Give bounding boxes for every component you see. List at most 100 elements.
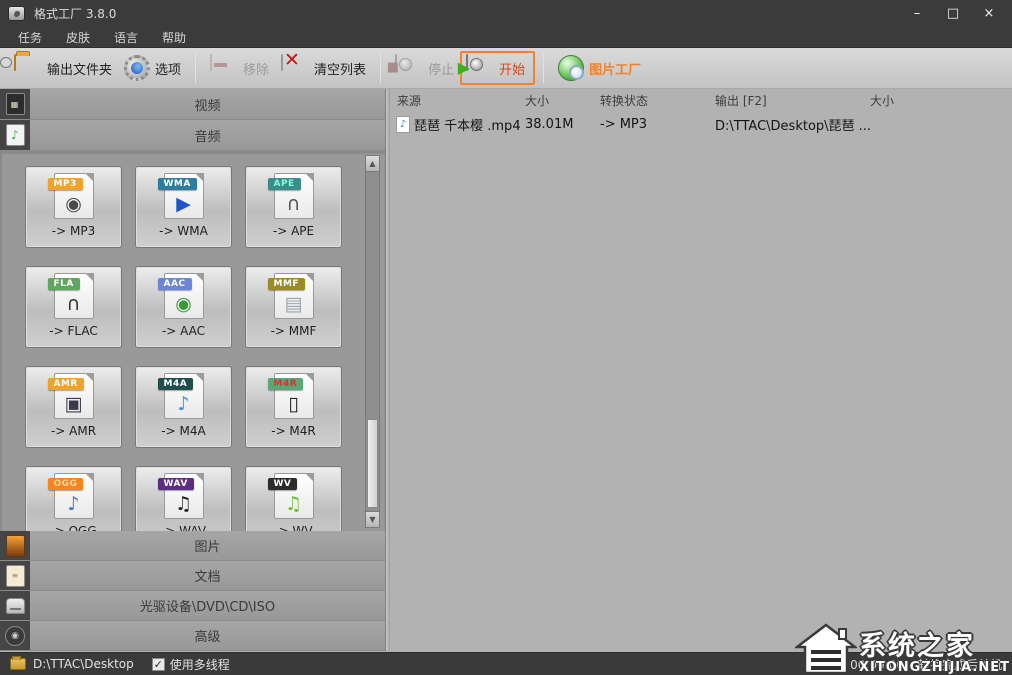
picture-factory-button[interactable]: 图片工厂: [552, 52, 647, 84]
file-type-icon: FLA ∩: [54, 273, 94, 319]
file-type-icon: AMR ▣: [54, 373, 94, 419]
sidebar-section-video[interactable]: ▦ 视频: [0, 89, 385, 120]
column-header-output[interactable]: 输出 [F2]: [715, 92, 870, 109]
music-notes-icon: ♫: [275, 492, 313, 516]
format-button-wv[interactable]: WV ♫ -> WV: [245, 466, 342, 531]
scroll-down-icon[interactable]: ▼: [366, 511, 379, 527]
scrollbar-thumb[interactable]: [367, 419, 378, 508]
sidebar-section-picture[interactable]: 图片: [0, 531, 385, 561]
task-row[interactable]: ♪ 琵琶 千本樱 .mp4 38.01M -> MP3 D:\TTAC\Desk…: [390, 112, 1012, 136]
format-button-ogg[interactable]: OGG ♪ -> OGG: [25, 466, 122, 531]
format-badge: OGG: [48, 478, 84, 490]
column-header-size[interactable]: 大小: [525, 92, 600, 109]
task-output-path: D:\TTAC\Desktop\琵琶 ...: [715, 115, 870, 134]
format-button-flac[interactable]: FLA ∩ -> FLAC: [25, 266, 122, 348]
format-badge: AMR: [48, 378, 84, 390]
start-button[interactable]: ▶ 开始: [460, 51, 535, 85]
clear-list-label: 清空列表: [314, 59, 366, 78]
file-type-icon: WAV ♫: [164, 473, 204, 519]
format-button-wav[interactable]: WAV ♫ -> WAV: [135, 466, 232, 531]
picture-factory-label: 图片工厂: [589, 59, 641, 78]
folder-icon: [14, 54, 16, 71]
format-button-mmf[interactable]: MMF ▤ -> MMF: [245, 266, 342, 348]
maximize-button[interactable]: □: [942, 6, 964, 21]
section-label-audio: 音频: [30, 120, 385, 150]
sidebar-section-advanced[interactable]: ◉ 高级: [0, 621, 385, 651]
format-label: -> MMF: [271, 324, 317, 338]
picture-icon: [6, 535, 25, 557]
format-badge: WAV: [158, 478, 194, 490]
format-badge: M4A: [158, 378, 194, 390]
format-label: -> OGG: [50, 524, 96, 531]
format-button-amr[interactable]: AMR ▣ -> AMR: [25, 366, 122, 448]
audio-format-grid: MP3 ◉ -> MP3 WMA ▶ -> WMA: [0, 151, 385, 531]
start-label: 开始: [499, 59, 525, 78]
minimize-button[interactable]: –: [906, 6, 928, 21]
file-type-icon: MP3 ◉: [54, 173, 94, 219]
format-button-aac[interactable]: AAC ◉ -> AAC: [135, 266, 232, 348]
stop-button: ■ 停止: [389, 52, 460, 84]
column-header-outsize[interactable]: 大小: [870, 92, 1012, 109]
title-bar: 格式工厂 3.8.0 – □ ×: [0, 0, 1012, 27]
film-icon: ▦: [6, 93, 25, 115]
format-grid-scrollbar[interactable]: ▲ ▼: [365, 155, 380, 528]
output-folder-icon[interactable]: [10, 658, 26, 670]
film-reel-icon: ◉: [5, 626, 25, 646]
format-badge: AAC: [158, 278, 192, 290]
toolbar-separator: [195, 53, 196, 83]
music-notes-icon: ♫: [165, 492, 203, 516]
cd-drive-icon: [6, 598, 25, 614]
menu-skin[interactable]: 皮肤: [66, 29, 90, 46]
output-folder-label: 输出文件夹: [47, 59, 112, 78]
toolbar-separator: [380, 53, 381, 83]
multithread-label[interactable]: 使用多线程: [170, 656, 230, 673]
window-title: 格式工厂 3.8.0: [34, 5, 906, 22]
gear-icon: [124, 55, 150, 81]
task-table-header: 来源 大小 转换状态 输出 [F2] 大小: [390, 89, 1012, 112]
multithread-checkbox[interactable]: ✓: [152, 658, 165, 671]
scroll-up-icon[interactable]: ▲: [366, 156, 379, 172]
file-type-icon: MMF ▤: [274, 273, 314, 319]
main-area: ▦ 视频 ♪ 音频 MP3 ◉ -> MP3 WMA: [0, 89, 1012, 651]
sidebar-section-document[interactable]: ≡ 文档: [0, 561, 385, 591]
format-button-wma[interactable]: WMA ▶ -> WMA: [135, 166, 232, 248]
output-folder-button[interactable]: 输出文件夹: [8, 52, 118, 84]
section-label-picture: 图片: [30, 531, 385, 560]
options-label: 选项: [155, 59, 181, 78]
clear-list-button[interactable]: ✕ 清空列表: [275, 52, 372, 84]
format-button-mp3[interactable]: MP3 ◉ -> MP3: [25, 166, 122, 248]
task-state: -> MP3: [600, 117, 715, 132]
document-lines-icon: ▤: [275, 292, 313, 316]
elapsed-time: 耗时 : 00:00:00: [814, 656, 904, 673]
format-badge: FLA: [48, 278, 80, 290]
status-output-path[interactable]: D:\TTAC\Desktop: [33, 657, 134, 671]
options-button[interactable]: 选项: [118, 52, 187, 84]
note-disc-icon: ♪: [165, 392, 203, 416]
section-label-cd-dvd-iso: 光驱设备\DVD\CD\ISO: [30, 591, 385, 620]
menu-task[interactable]: 任务: [18, 29, 42, 46]
column-header-state[interactable]: 转换状态: [600, 92, 715, 109]
format-button-m4r[interactable]: M4R ▯ -> M4R: [245, 366, 342, 448]
format-badge: WV: [268, 478, 298, 490]
audio-file-icon: ♪: [396, 116, 410, 133]
toolbar-separator: [543, 53, 544, 83]
format-button-ape[interactable]: APE ∩ -> APE: [245, 166, 342, 248]
globe-magnifier-icon: [558, 55, 584, 81]
headphones-icon: ∩: [55, 292, 93, 316]
document-icon: ≡: [6, 565, 25, 587]
column-header-source[interactable]: 来源: [390, 92, 525, 109]
sidebar-section-audio[interactable]: ♪ 音频: [0, 120, 385, 151]
close-button[interactable]: ×: [978, 6, 1000, 21]
remove-button: 移除: [204, 52, 275, 84]
speaker-icon: ◉: [165, 292, 203, 316]
menu-help[interactable]: 帮助: [162, 29, 186, 46]
task-size: 38.01M: [525, 117, 600, 132]
format-button-m4a[interactable]: M4A ♪ -> M4A: [135, 366, 232, 448]
file-type-icon: WMA ▶: [164, 173, 204, 219]
sidebar-section-cd-dvd-iso[interactable]: 光驱设备\DVD\CD\ISO: [0, 591, 385, 621]
shutdown-after-label[interactable]: 转换完成后关机: [918, 656, 1002, 673]
file-type-icon: AAC ◉: [164, 273, 204, 319]
menu-language[interactable]: 语言: [114, 29, 138, 46]
music-note-icon: ♪: [6, 124, 25, 146]
format-label: -> AAC: [162, 324, 205, 338]
